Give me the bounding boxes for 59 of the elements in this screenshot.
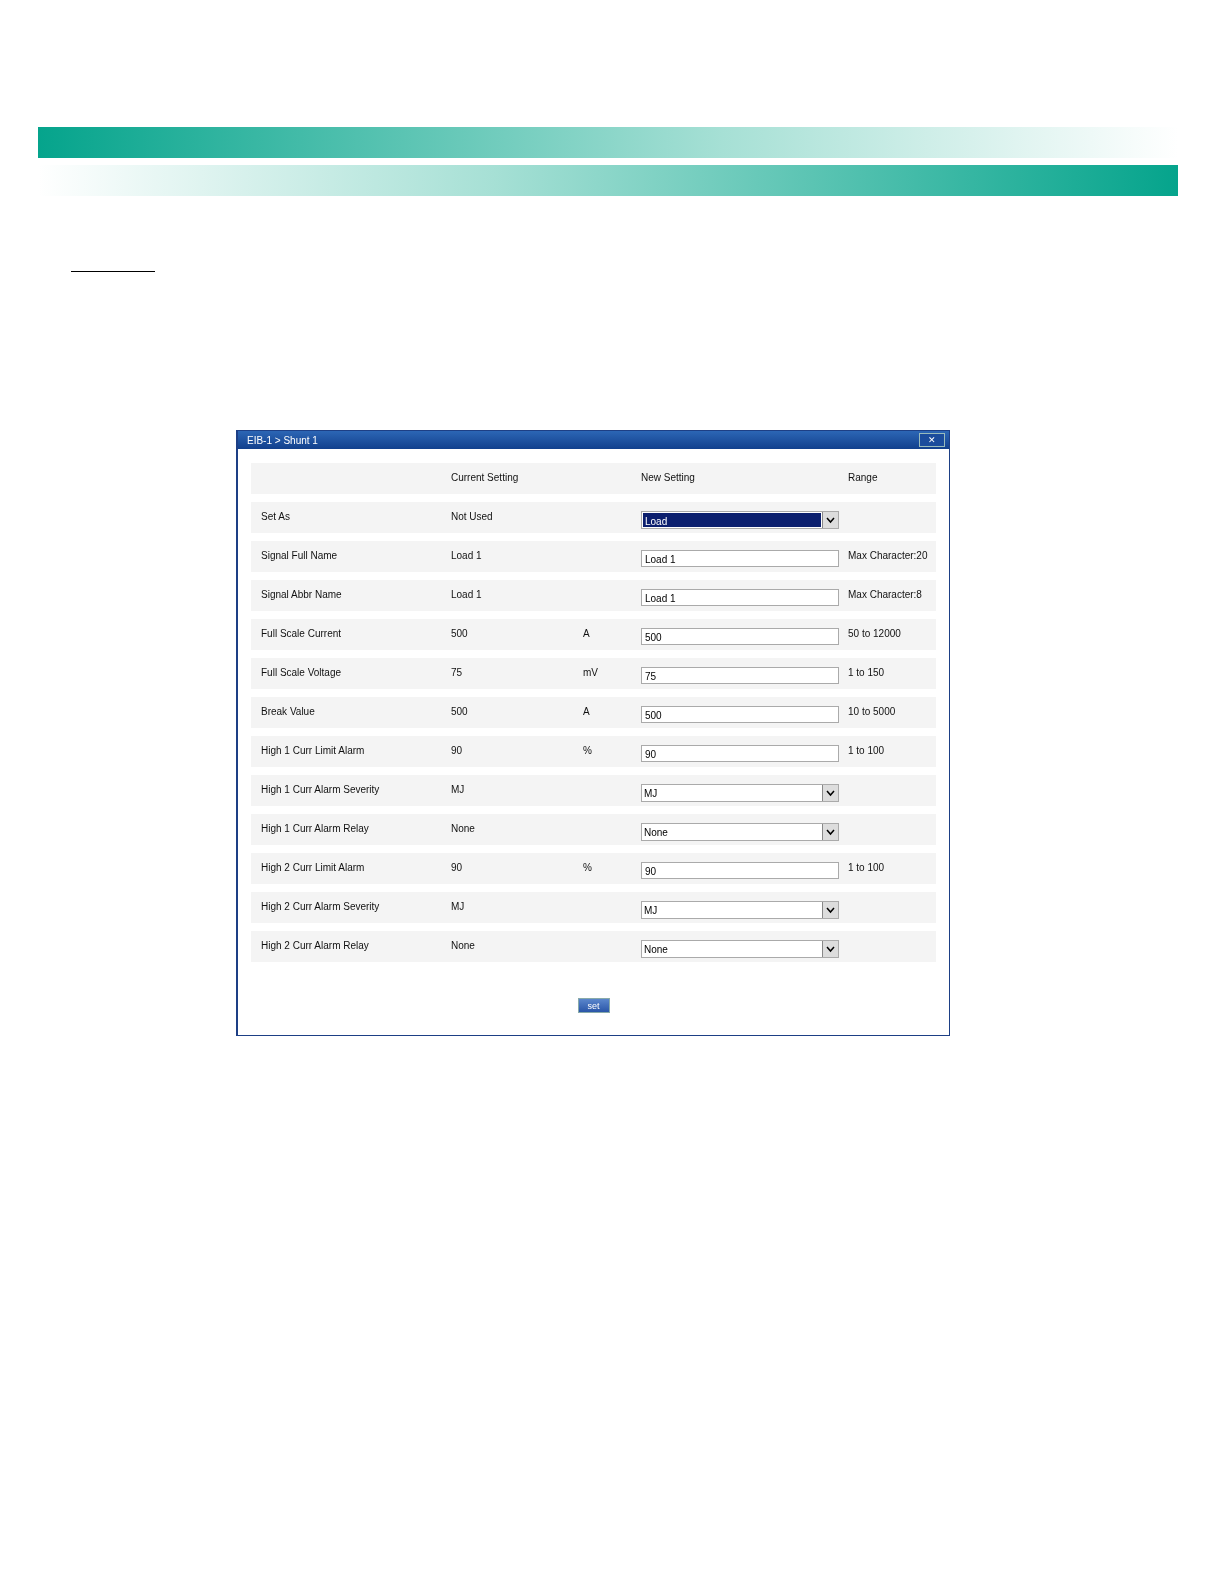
setting-label: High 1 Curr Limit Alarm [261,744,366,756]
setting-label: Signal Abbr Name [261,588,343,600]
input-field[interactable]: 75 [641,667,839,684]
current-value: 500 [451,705,469,717]
range-text: Max Character:8 [848,588,923,600]
current-value: 75 [451,666,464,678]
input-field[interactable]: 500 [641,628,839,645]
unit-label: % [583,861,593,873]
column-header: Current Setting [451,471,520,483]
window-title: EIB-1 > Shunt 1 [247,434,318,446]
caret-icon [822,512,838,528]
unit-label: % [583,744,593,756]
setting-label: High 2 Curr Limit Alarm [261,861,366,873]
unit-label: A [583,627,591,639]
dropdown[interactable]: MJ [641,901,839,919]
close-button[interactable]: ✕ [919,433,945,447]
setting-label: Full Scale Current [261,627,343,639]
input-field[interactable]: Load 1 [641,550,839,567]
set-button[interactable]: set [577,998,610,1013]
current-value: Load 1 [451,549,483,561]
setting-label: High 1 Curr Alarm Relay [261,822,370,834]
range-text: 10 to 5000 [848,705,897,717]
dropdown[interactable]: MJ [641,784,839,802]
range-text: Max Character:20 [848,549,929,561]
input-field[interactable]: 90 [641,745,839,762]
caret-icon [822,785,838,801]
range-text: 1 to 100 [848,744,886,756]
current-value: None [451,822,476,834]
unit-label: mV [583,666,599,678]
setting-label: High 1 Curr Alarm Severity [261,783,381,795]
dropdown[interactable]: None [641,940,839,958]
setting-label: High 2 Curr Alarm Severity [261,900,381,912]
current-value: Not Used [451,510,494,522]
column-header: New Setting [641,471,696,483]
range-text: 1 to 150 [848,666,886,678]
caret-icon [822,941,838,957]
current-value: None [451,939,476,951]
input-field[interactable]: 500 [641,706,839,723]
current-value: 500 [451,627,469,639]
current-value: 90 [451,744,464,756]
current-value: MJ [451,900,466,912]
range-text: 1 to 100 [848,861,886,873]
input-field[interactable]: 90 [641,862,839,879]
caret-icon [822,902,838,918]
range-text: 50 to 12000 [848,627,902,639]
setting-label: Set As [261,510,291,522]
unit-label: A [583,705,591,717]
setting-label: High 2 Curr Alarm Relay [261,939,370,951]
setting-label: Full Scale Voltage [261,666,343,678]
column-header: Range [848,471,879,483]
current-value: MJ [451,783,466,795]
dropdown[interactable]: None [641,823,839,841]
caret-icon [822,824,838,840]
current-value: Load 1 [451,588,483,600]
input-field[interactable]: Load 1 [641,589,839,606]
setting-label: Signal Full Name [261,549,339,561]
dropdown[interactable]: Load [641,511,839,529]
setting-label: Break Value [261,705,316,717]
current-value: 90 [451,861,464,873]
